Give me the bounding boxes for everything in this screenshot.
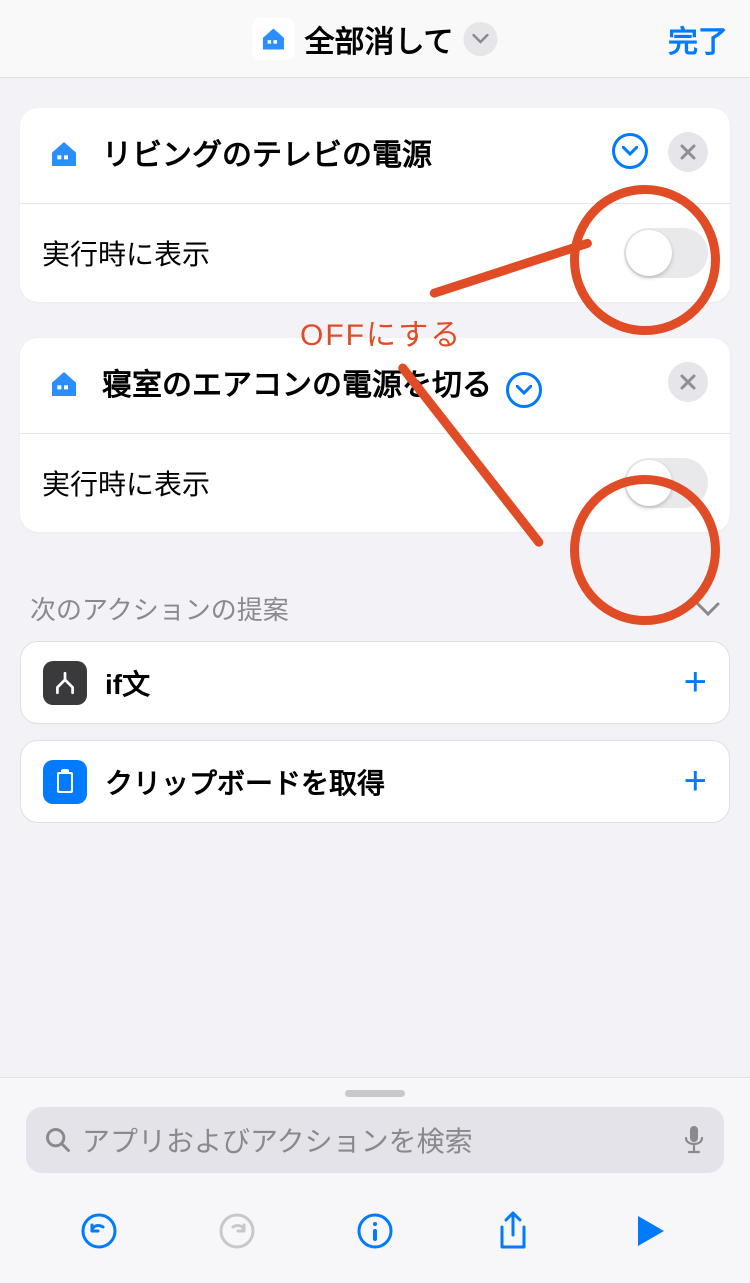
- info-button[interactable]: [353, 1209, 397, 1253]
- add-icon[interactable]: +: [684, 660, 707, 705]
- chevron-down-icon: [696, 602, 720, 616]
- delete-action-button[interactable]: [668, 362, 708, 402]
- action-card: 寝室のエアコンの電源を切る 実行時に表示: [20, 338, 730, 532]
- clipboard-icon: [43, 760, 87, 804]
- action-title: 寝室のエアコンの電源を切る: [102, 369, 492, 402]
- home-icon: [48, 138, 80, 170]
- home-app-icon: [42, 132, 86, 176]
- search-bar[interactable]: アプリおよびアクションを検索: [26, 1107, 724, 1173]
- bottom-area: アプリおよびアクションを検索: [0, 1077, 750, 1283]
- suggestions-title: 次のアクションの提案: [30, 590, 289, 627]
- suggestion-item-if[interactable]: if文 +: [20, 641, 730, 724]
- search-icon: [44, 1126, 72, 1154]
- content: リビングのテレビの電源 実行時に表示: [0, 78, 750, 823]
- suggestions-header[interactable]: 次のアクションの提案: [20, 568, 730, 641]
- sheet-grabber[interactable]: [345, 1090, 405, 1097]
- action-body: 実行時に表示: [20, 204, 730, 302]
- action-title: リビングのテレビの電源: [102, 133, 602, 178]
- mic-icon[interactable]: [682, 1124, 706, 1156]
- home-icon: [259, 25, 287, 53]
- add-icon[interactable]: +: [684, 759, 707, 804]
- header-title-group[interactable]: 全部消して: [252, 17, 497, 61]
- done-button[interactable]: 完了: [668, 17, 728, 61]
- toggle-knob: [626, 230, 672, 276]
- home-app-icon: [42, 362, 86, 406]
- header: 全部消して 完了: [0, 0, 750, 78]
- suggestion-label: if文: [105, 663, 684, 703]
- close-icon: [680, 374, 696, 390]
- toggle-knob: [626, 460, 672, 506]
- undo-button[interactable]: [77, 1209, 121, 1253]
- suggestion-item-clipboard[interactable]: クリップボードを取得 +: [20, 740, 730, 823]
- action-body: 実行時に表示: [20, 434, 730, 532]
- expand-icon[interactable]: [506, 372, 542, 408]
- if-icon: [43, 661, 87, 705]
- action-header[interactable]: 寝室のエアコンの電源を切る: [20, 338, 730, 434]
- action-header[interactable]: リビングのテレビの電源: [20, 108, 730, 204]
- close-icon: [680, 144, 696, 160]
- toolbar: [0, 1191, 750, 1283]
- show-when-run-label: 実行時に表示: [42, 463, 210, 503]
- search-placeholder: アプリおよびアクションを検索: [82, 1120, 682, 1160]
- share-button[interactable]: [491, 1209, 535, 1253]
- show-when-run-toggle[interactable]: [624, 228, 708, 278]
- suggestion-label: クリップボードを取得: [105, 762, 684, 802]
- show-when-run-label: 実行時に表示: [42, 233, 210, 273]
- show-when-run-toggle[interactable]: [624, 458, 708, 508]
- delete-action-button[interactable]: [668, 132, 708, 172]
- shortcut-app-icon: [252, 18, 294, 60]
- expand-icon[interactable]: [612, 133, 648, 169]
- header-chevron-icon[interactable]: [464, 22, 498, 56]
- header-title: 全部消して: [304, 17, 453, 61]
- action-card: リビングのテレビの電源 実行時に表示: [20, 108, 730, 302]
- redo-button[interactable]: [215, 1209, 259, 1253]
- home-icon: [48, 368, 80, 400]
- play-button[interactable]: [629, 1209, 673, 1253]
